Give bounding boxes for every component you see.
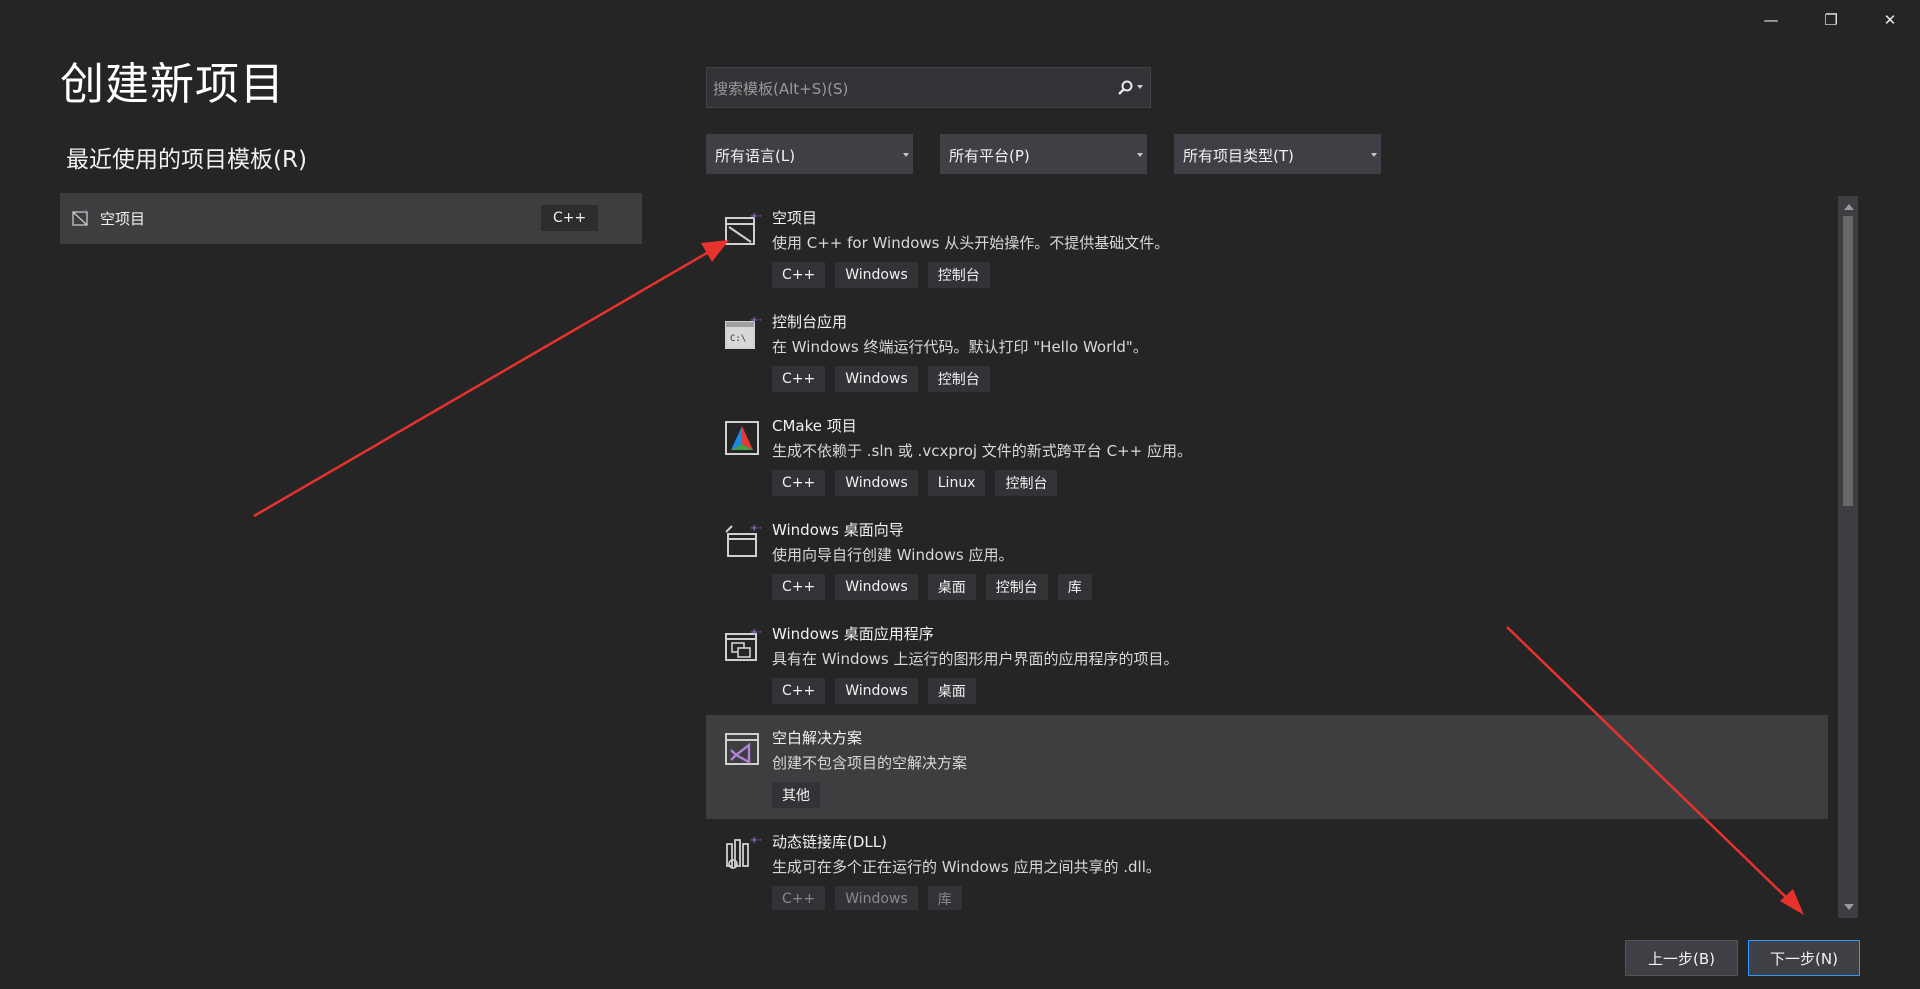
template-name: 动态链接库(DLL) <box>772 833 887 851</box>
template-description: 生成可在多个正在运行的 Windows 应用之间共享的 .dll。 <box>772 858 1161 876</box>
tag-console: 控制台 <box>995 470 1058 496</box>
template-item-console-app[interactable]: C:\ ++ 控制台应用 在 Windows 终端运行代码。默认打印 "Hell… <box>706 299 1828 403</box>
tag-console: 控制台 <box>985 574 1048 600</box>
tag-windows: Windows <box>835 470 918 496</box>
svg-text:+: + <box>83 208 89 216</box>
scroll-up-arrow-icon[interactable] <box>1844 204 1854 210</box>
desktop-app-icon: ++ <box>725 627 761 661</box>
restore-icon: ❐ <box>1824 11 1838 29</box>
recent-templates-heading: 最近使用的项目模板(R) <box>66 147 307 173</box>
tag-library: 库 <box>1057 574 1092 600</box>
template-tags: C++ Windows 桌面 控制台 库 <box>772 574 1092 600</box>
empty-project-icon: + <box>72 208 89 226</box>
template-tags: 其他 <box>772 782 820 808</box>
page-title: 创建新项目 <box>60 59 285 110</box>
template-item-blank-solution[interactable]: 空白解决方案 创建不包含项目的空解决方案 其他 <box>706 715 1828 819</box>
empty-project-icon: ++ <box>725 211 761 245</box>
template-item-desktop-wizard[interactable]: ++ Windows 桌面向导 使用向导自行创建 Windows 应用。 C++… <box>706 507 1828 611</box>
template-name: Windows 桌面向导 <box>772 521 904 539</box>
svg-text:++: ++ <box>750 835 761 846</box>
template-name: Windows 桌面应用程序 <box>772 625 934 643</box>
template-list-scrollbar[interactable] <box>1838 196 1858 918</box>
template-item-dll[interactable]: ++ 动态链接库(DLL) 生成可在多个正在运行的 Windows 应用之间共享… <box>706 819 1828 910</box>
platform-filter-label: 所有平台(P) <box>949 147 1030 165</box>
tag-windows: Windows <box>835 678 918 704</box>
template-item-cmake-project[interactable]: CMake 项目 生成不依赖于 .sln 或 .vcxproj 文件的新式跨平台… <box>706 403 1828 507</box>
template-tags: C++ Windows 控制台 <box>772 366 990 392</box>
tag-library: 库 <box>927 886 962 910</box>
template-item-desktop-app[interactable]: ++ Windows 桌面应用程序 具有在 Windows 上运行的图形用户界面… <box>706 611 1828 715</box>
chevron-down-icon <box>1371 153 1377 157</box>
close-button[interactable]: ✕ <box>1860 0 1920 40</box>
search-box[interactable] <box>706 67 1151 109</box>
create-new-project-window: — ❐ ✕ 创建新项目 最近使用的项目模板(R) + 空项目 C++ 所有语言(… <box>0 0 1920 989</box>
recent-template-label: 空项目 <box>100 210 146 228</box>
project-type-filter-dropdown[interactable]: 所有项目类型(T) <box>1174 134 1381 174</box>
scroll-down-arrow-icon[interactable] <box>1844 904 1854 910</box>
template-name: 空项目 <box>772 209 818 227</box>
tag-linux: Linux <box>927 470 986 496</box>
svg-text:++: ++ <box>750 627 761 638</box>
template-name: 空白解决方案 <box>772 729 863 747</box>
tag-cpp: C++ <box>772 886 826 910</box>
template-tags: C++ Windows 库 <box>772 886 962 910</box>
template-description: 创建不包含项目的空解决方案 <box>772 754 968 772</box>
close-icon: ✕ <box>1883 11 1897 29</box>
template-description: 生成不依赖于 .sln 或 .vcxproj 文件的新式跨平台 C++ 应用。 <box>772 442 1192 460</box>
tag-cpp: C++ <box>772 366 826 392</box>
tag-windows: Windows <box>835 886 918 910</box>
minimize-icon: — <box>1763 11 1779 29</box>
template-list: ++ 空项目 使用 C++ for Windows 从头开始操作。不提供基础文件… <box>706 195 1828 910</box>
language-filter-label: 所有语言(L) <box>715 147 796 165</box>
platform-filter-dropdown[interactable]: 所有平台(P) <box>940 134 1147 174</box>
tag-desktop: 桌面 <box>927 678 976 704</box>
tag-cpp: C++ <box>772 262 826 288</box>
tag-console: 控制台 <box>927 366 990 392</box>
template-item-empty-project[interactable]: ++ 空项目 使用 C++ for Windows 从头开始操作。不提供基础文件… <box>706 195 1828 299</box>
svg-text:++: ++ <box>750 315 761 326</box>
cmake-icon <box>725 421 759 455</box>
template-name: CMake 项目 <box>772 417 857 435</box>
svg-text:++: ++ <box>750 523 761 534</box>
tag-other: 其他 <box>772 782 820 808</box>
language-filter-dropdown[interactable]: 所有语言(L) <box>706 134 913 174</box>
tag-cpp: C++ <box>772 574 826 600</box>
chevron-down-icon <box>903 153 909 157</box>
template-tags: C++ Windows 控制台 <box>772 262 990 288</box>
template-tags: C++ Windows Linux 控制台 <box>772 470 1058 496</box>
console-app-icon: C:\ ++ <box>725 315 761 349</box>
search-options-chevron-icon[interactable] <box>1137 85 1143 89</box>
tag-desktop: 桌面 <box>927 574 976 600</box>
recent-template-tag: C++ <box>541 205 599 231</box>
chevron-down-icon <box>1137 153 1143 157</box>
annotation-arrow-to-empty-project <box>253 240 729 518</box>
tag-windows: Windows <box>835 262 918 288</box>
previous-button[interactable]: 上一步(B) <box>1625 940 1738 976</box>
template-description: 具有在 Windows 上运行的图形用户界面的应用程序的项目。 <box>772 650 1179 668</box>
tag-console: 控制台 <box>927 262 990 288</box>
minimize-button[interactable]: — <box>1741 0 1801 40</box>
dll-icon: ++ <box>726 835 761 869</box>
template-tags: C++ Windows 桌面 <box>772 678 976 704</box>
template-description: 在 Windows 终端运行代码。默认打印 "Hello World"。 <box>772 338 1148 356</box>
svg-text:C:\: C:\ <box>730 334 746 344</box>
restore-button[interactable]: ❐ <box>1801 0 1861 40</box>
tag-cpp: C++ <box>772 678 826 704</box>
next-button[interactable]: 下一步(N) <box>1748 940 1860 976</box>
search-icon[interactable] <box>1116 79 1134 97</box>
tag-windows: Windows <box>835 366 918 392</box>
search-input[interactable] <box>707 68 1115 109</box>
tag-cpp: C++ <box>772 470 826 496</box>
desktop-wizard-icon: ++ <box>725 523 761 557</box>
project-type-filter-label: 所有项目类型(T) <box>1183 147 1294 165</box>
template-name: 控制台应用 <box>772 313 848 331</box>
template-description: 使用 C++ for Windows 从头开始操作。不提供基础文件。 <box>772 234 1170 252</box>
svg-text:++: ++ <box>750 211 761 222</box>
blank-solution-icon <box>725 733 759 765</box>
recent-template-item[interactable]: + 空项目 C++ <box>60 193 642 244</box>
tag-windows: Windows <box>835 574 918 600</box>
template-description: 使用向导自行创建 Windows 应用。 <box>772 546 1014 564</box>
scrollbar-thumb[interactable] <box>1843 216 1853 506</box>
